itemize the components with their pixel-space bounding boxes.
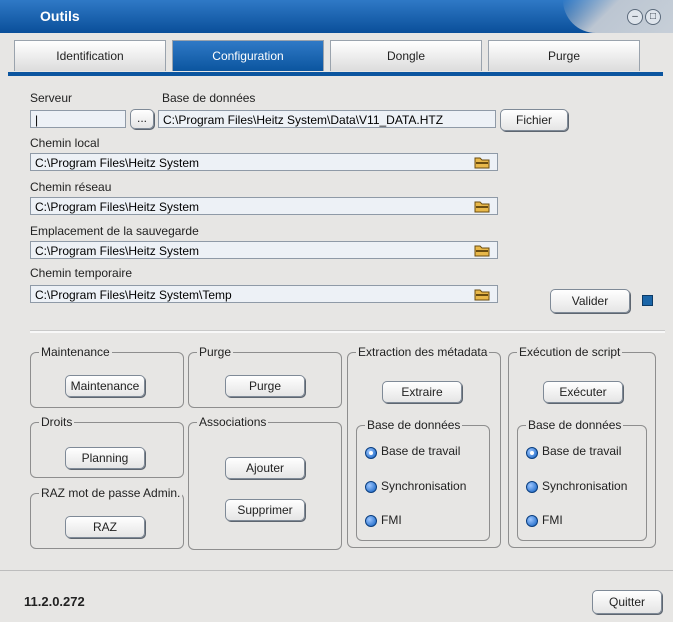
temp-label: Chemin temporaire xyxy=(30,266,133,280)
browse-server-button[interactable]: ... xyxy=(130,109,154,129)
database-label: Base de données xyxy=(162,91,256,105)
sauvegarde-input[interactable]: C:\Program Files\Heitz System xyxy=(30,241,498,259)
droits-legend: Droits xyxy=(39,415,75,429)
tab-purge[interactable]: Purge xyxy=(488,40,640,71)
extraction-db-group: Base de données Base de travail Synchron… xyxy=(356,418,490,541)
droits-group: Droits Planning xyxy=(30,415,184,478)
folder-icon[interactable] xyxy=(474,155,490,169)
option-label: Base de travail xyxy=(381,444,461,458)
database-input[interactable]: C:\Program Files\Heitz System\Data\V11_D… xyxy=(158,110,496,128)
raz-group: RAZ mot de passe Admin. RAZ xyxy=(30,486,184,549)
planning-button[interactable]: Planning xyxy=(65,447,145,469)
tab-configuration[interactable]: Configuration xyxy=(172,40,324,71)
fichier-button[interactable]: Fichier xyxy=(500,109,568,131)
radio-base-travail[interactable] xyxy=(526,447,538,459)
title-bar: Outils – □ xyxy=(0,0,673,33)
sauvegarde-label: Emplacement de la sauvegarde xyxy=(30,224,199,238)
script-legend: Exécution de script xyxy=(517,345,623,359)
tab-bar: Identification Configuration Dongle Purg… xyxy=(8,40,663,72)
maintenance-legend: Maintenance xyxy=(39,345,112,359)
radio-base-travail[interactable] xyxy=(365,447,377,459)
version-label: 11.2.0.272 xyxy=(24,594,85,609)
window-title: Outils xyxy=(40,8,80,24)
radio-fmi[interactable] xyxy=(526,515,538,527)
purge-group: Purge Purge xyxy=(188,345,342,408)
tab-underline xyxy=(8,72,663,76)
folder-icon[interactable] xyxy=(474,243,490,257)
associations-legend: Associations xyxy=(197,415,269,429)
maintenance-group: Maintenance Maintenance xyxy=(30,345,184,408)
tab-dongle[interactable]: Dongle xyxy=(330,40,482,71)
radio-fmi[interactable] xyxy=(365,515,377,527)
raz-button[interactable]: RAZ xyxy=(65,516,145,538)
serveur-label: Serveur xyxy=(30,91,73,105)
folder-icon[interactable] xyxy=(474,287,490,301)
associations-group: Associations Ajouter Supprimer xyxy=(188,415,342,550)
script-db-legend: Base de données xyxy=(526,418,624,432)
option-label: FMI xyxy=(542,513,563,527)
chemin-reseau-input[interactable]: C:\Program Files\Heitz System xyxy=(30,197,498,215)
folder-icon[interactable] xyxy=(474,199,490,213)
purge-legend: Purge xyxy=(197,345,234,359)
extraction-group: Extraction des métadata Extraire Base de… xyxy=(347,345,501,548)
script-group: Exécution de script Exécuter Base de don… xyxy=(508,345,656,548)
minimize-button[interactable]: – xyxy=(627,9,643,25)
maximize-button[interactable]: □ xyxy=(645,9,661,25)
tools-window: Outils – □ Identification Configuration … xyxy=(0,0,673,622)
extraction-legend: Extraction des métadata xyxy=(356,345,490,359)
valider-button[interactable]: Valider xyxy=(550,289,630,313)
executer-button[interactable]: Exécuter xyxy=(543,381,623,403)
extraire-button[interactable]: Extraire xyxy=(382,381,462,403)
option-label: Synchronisation xyxy=(381,479,467,493)
ajouter-button[interactable]: Ajouter xyxy=(225,457,305,479)
footer xyxy=(0,570,673,622)
purge-button[interactable]: Purge xyxy=(225,375,305,397)
status-indicator xyxy=(642,295,653,306)
tab-identification[interactable]: Identification xyxy=(14,40,166,71)
supprimer-button[interactable]: Supprimer xyxy=(225,499,305,521)
option-label: FMI xyxy=(381,513,402,527)
quitter-button[interactable]: Quitter xyxy=(592,590,662,614)
extraction-db-legend: Base de données xyxy=(365,418,463,432)
separator xyxy=(30,330,665,333)
script-db-group: Base de données Base de travail Synchron… xyxy=(517,418,647,541)
chemin-local-label: Chemin local xyxy=(30,136,100,150)
raz-legend: RAZ mot de passe Admin. xyxy=(39,486,183,500)
option-label: Base de travail xyxy=(542,444,622,458)
maintenance-button[interactable]: Maintenance xyxy=(65,375,145,397)
temp-input[interactable]: C:\Program Files\Heitz System\Temp xyxy=(30,285,498,303)
chemin-local-input[interactable]: C:\Program Files\Heitz System xyxy=(30,153,498,171)
chemin-reseau-label: Chemin réseau xyxy=(30,180,112,194)
radio-synchronisation[interactable] xyxy=(365,481,377,493)
serveur-input[interactable]: | xyxy=(30,110,126,128)
option-label: Synchronisation xyxy=(542,479,628,493)
radio-synchronisation[interactable] xyxy=(526,481,538,493)
